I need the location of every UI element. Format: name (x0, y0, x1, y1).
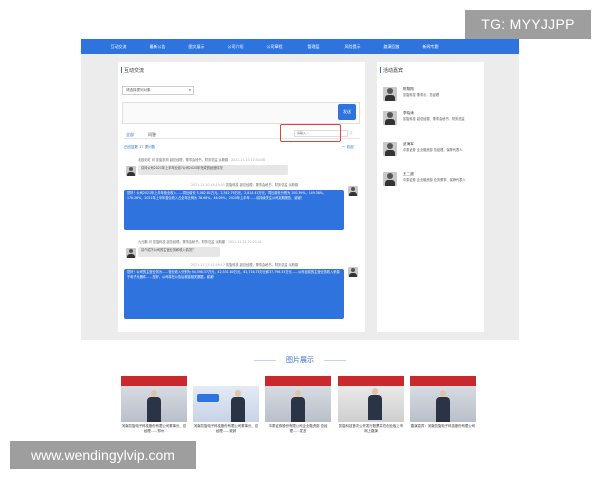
interaction-title: 互动交流 (120, 67, 145, 74)
photo-person (231, 390, 245, 422)
nav-item-announcements[interactable]: 最新公告 (138, 39, 177, 54)
reply-count: 已回复数 17 提问数 (124, 145, 156, 149)
avatar (383, 87, 397, 101)
message-time: 2021-11-10 12:54:08 (231, 158, 265, 162)
tab-all[interactable]: 全部 (126, 132, 134, 138)
photo-person (436, 390, 450, 422)
photo-person (147, 390, 161, 422)
recipient-select[interactable]: 请选择提问对象 ▼ (122, 86, 194, 95)
photo-caption: 路演嘉宾：河南凯旋电子科技股份有限公司 (410, 424, 476, 428)
photo-banner (410, 376, 476, 386)
message-time: 2021-11-15 11:48:17 (191, 263, 225, 267)
guest-card: 李晓涛 凯旋科技 副总经理、董事会秘书、财务总监 (383, 111, 481, 139)
guest-name: 李晓涛 (403, 111, 414, 115)
send-button[interactable]: 发送 (338, 104, 356, 120)
nav-item-risk[interactable]: 风险提示 (333, 39, 372, 54)
message-time: 2021-11-15 10:20:41 (227, 240, 262, 244)
nav-item-charter[interactable]: 公司章程 (255, 39, 294, 54)
nav-item-company[interactable]: 公司介绍 (216, 39, 255, 54)
guest-name: 王二超 (403, 172, 414, 176)
question-input[interactable] (122, 102, 360, 124)
search-icon[interactable]: ⌕ (350, 130, 353, 136)
photo-banner (193, 376, 259, 386)
photo-person (291, 390, 305, 422)
collapse-link[interactable]: 一 收起 (342, 145, 354, 150)
photo-person (368, 388, 382, 420)
photo-caption: 河南凯旋电子科技股份有限公司董事长、总经理……致辞 (193, 424, 259, 433)
avatar (126, 248, 136, 258)
interaction-panel: 互动交流 请选择提问对象 ▼ 发送 全部 问答 请输入... ⌕ 已回复数 17… (118, 62, 365, 332)
guest-card: 武海军 中泰证券 企业融资部 总经理、保荐代表人 (383, 142, 481, 170)
question-bubble: 请问公司2021年上半年业绩?公司2020年完成的经营情况 (138, 165, 288, 175)
gallery-photo[interactable] (193, 376, 259, 422)
photo-scene (193, 386, 259, 422)
photo-banner (338, 376, 404, 386)
message-meta: 2021-11-10 14:10:55 凯旋科技 副总经理，董事会秘书，财务总监… (188, 182, 298, 187)
gallery-photo[interactable] (121, 376, 187, 422)
guest-title: 中泰证券 企业融资部 总经理、保荐代表人 (403, 148, 463, 152)
avatar (348, 267, 358, 277)
avatar (348, 186, 358, 196)
company-logo (197, 394, 219, 402)
message-meta: 2021-11-15 11:48:17 凯旋科技 副总经理，董事会秘书，财务总监… (188, 262, 298, 267)
top-nav: 互动交流 最新公告 图文展示 公司介绍 公司章程 管理层 风险提示 路演回放 新… (81, 39, 519, 54)
photo-caption: 凯旋科技首次公开发行股票并在创业板上市网上路演 (338, 424, 404, 433)
nav-item-news[interactable]: 新闻专题 (411, 39, 450, 54)
avatar (383, 111, 397, 125)
photo-caption: 中泰证券股份有限公司企业融资部 总经理……发言 (268, 424, 328, 433)
photo-banner (121, 376, 187, 386)
gallery-photo[interactable] (338, 376, 404, 422)
photo-banner (265, 376, 331, 386)
guest-card: 王二超 中泰证券 企业融资部 业务董事、保荐代表人 (383, 172, 481, 200)
nav-item-replay[interactable]: 路演回放 (372, 39, 411, 54)
avatar (383, 172, 397, 186)
message-author: 凯旋科技 副总经理，董事会秘书，财务总监 派斯媒 (225, 263, 299, 267)
guests-title: 活动嘉宾 (379, 67, 404, 74)
message-time: 2021-11-10 14:10:55 (191, 183, 225, 187)
recipient-select-value: 请选择提问对象 (126, 88, 151, 92)
gallery-title-text: 图片展示 (286, 356, 314, 364)
highlight-box (280, 124, 341, 142)
answer-bubble: 您好！公司2021年上半年营业收入……同比增长 5,082.81万元，2,342… (124, 190, 344, 230)
chevron-down-icon: ▼ (188, 88, 191, 92)
nav-item-interaction[interactable]: 互动交流 (99, 39, 138, 54)
guests-panel: 活动嘉宾 陈翔翔 凯旋科技 董事长、总经理 李晓涛 凯旋科技 副总经理、董事会秘… (377, 62, 484, 332)
message-meta: 九元鹏 问 凯旋科技 副总经理，董事会秘书，财务总监 派斯媒 2021-11-15… (138, 239, 262, 244)
message-author: 凯旋科技 副总经理，董事会秘书，财务总监 派斯媒 (225, 183, 299, 187)
guest-title: 凯旋科技 副总经理、董事会秘书、财务总监 (403, 117, 465, 121)
site-watermark: www.wendingylvip.com (10, 441, 196, 469)
message-author: 北极彩虹 问 凯旋机构 副总经理，董事会秘书，财务总监 派斯媒 (138, 158, 229, 162)
nav-item-management[interactable]: 管理层 (294, 39, 333, 54)
message-author: 九元鹏 问 凯旋科技 副总经理，董事会秘书，财务总监 派斯媒 (138, 240, 225, 244)
message-meta: 北极彩虹 问 凯旋机构 副总经理，董事会秘书，财务总监 派斯媒 2021-11-1… (138, 157, 265, 162)
guest-title: 中泰证券 企业融资部 业务董事、保荐代表人 (403, 178, 466, 182)
answer-bubble: 您好！公司的主营业务为……营业收入分别为 94,598.37万元，42,531.… (124, 269, 344, 319)
nav-item-gallery[interactable]: 图文展示 (177, 39, 216, 54)
question-bubble: 请介绍下公司的主营业务和收入情况？ (138, 247, 220, 257)
guest-name: 陈翔翔 (403, 87, 414, 91)
tab-qa[interactable]: 问答 (148, 132, 156, 138)
tg-watermark: TG: MYYJJPP (465, 10, 591, 39)
gallery-photo[interactable] (265, 376, 331, 422)
guest-name: 武海军 (403, 142, 414, 146)
avatar (126, 166, 136, 176)
gallery-title: 图片展示 (0, 355, 600, 365)
guest-title: 凯旋科技 董事长、总经理 (403, 93, 440, 97)
gallery-photo[interactable] (410, 376, 476, 422)
avatar (383, 142, 397, 156)
photo-caption: 河南凯旋电子科技股份有限公司董事长、总经理……郑州 (121, 424, 187, 433)
